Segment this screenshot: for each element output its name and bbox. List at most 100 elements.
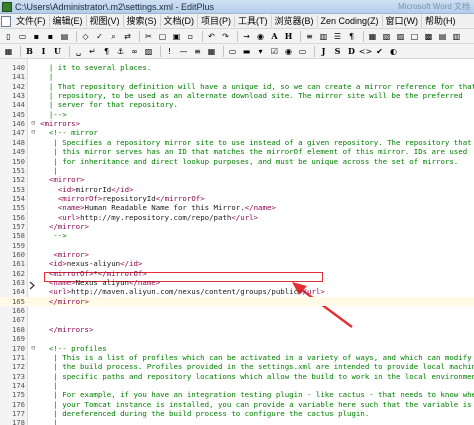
code-line[interactable]: 160 <mirror> <box>0 250 474 259</box>
menu-item[interactable]: Zen Coding(Z) <box>318 15 383 27</box>
comment-icon[interactable]: ! <box>164 46 175 57</box>
bold-icon[interactable]: B <box>24 46 35 57</box>
code-line[interactable]: 161 <id>nexus-aliyun</id> <box>0 259 474 268</box>
code-line[interactable]: 166 <box>0 306 474 315</box>
menu-item[interactable]: 视图(V) <box>87 15 124 27</box>
script-icon[interactable]: J <box>318 46 329 57</box>
cliptext-icon[interactable]: ▧ <box>381 31 392 42</box>
replace-icon[interactable]: ⇄ <box>122 31 133 42</box>
menu-item[interactable]: 搜索(S) <box>124 15 161 27</box>
menu-item[interactable]: 浏览器(B) <box>272 15 318 27</box>
fold-toggle-icon[interactable]: ⊟ <box>30 129 37 136</box>
cut-icon[interactable]: ✂ <box>143 31 154 42</box>
copy-icon[interactable]: ▢ <box>157 31 168 42</box>
redo-icon[interactable]: ↷ <box>220 31 231 42</box>
editor-pane[interactable]: 140 | it to several places. 141 | 142 | Th… <box>0 59 474 425</box>
checkbox-icon[interactable]: ☑ <box>269 46 280 57</box>
code-line[interactable]: 175 | For example, if you have an integr… <box>0 390 474 399</box>
code-line[interactable]: 174 | <box>0 381 474 390</box>
code-line[interactable]: 170 ⊟ <!-- profiles <box>0 344 474 353</box>
link-icon[interactable]: ∞ <box>129 46 140 57</box>
code-line[interactable]: 165 </mirror> <box>0 296 474 307</box>
code-line[interactable]: 156 <url>http://my.repository.com/repo/p… <box>0 213 474 222</box>
menu-item[interactable]: 文档(D) <box>161 15 198 27</box>
code-line[interactable]: 176 | your Tomcat instance is installed,… <box>0 400 474 409</box>
output-icon[interactable]: ▩ <box>423 31 434 42</box>
browser-icon[interactable]: ◉ <box>255 31 266 42</box>
validate-icon[interactable]: ✔ <box>374 46 385 57</box>
code-line[interactable]: 146 ⊟ <mirrors> <box>0 119 474 128</box>
spell-check-icon[interactable]: ✓ <box>94 31 105 42</box>
code-line[interactable]: 168 </mirrors> <box>0 325 474 334</box>
anchor-icon[interactable]: ⚓ <box>115 46 126 57</box>
code-line[interactable]: 153 <id>mirrorId</id> <box>0 185 474 194</box>
code-line[interactable]: 169 <box>0 334 474 343</box>
center-icon[interactable]: ≡ <box>192 46 203 57</box>
code-line[interactable]: 152 <mirror> <box>0 175 474 184</box>
whitespace-icon[interactable]: ¶ <box>346 31 357 42</box>
code-line[interactable]: 173 | specific paths and repository loca… <box>0 372 474 381</box>
image-icon[interactable]: ▨ <box>143 46 154 57</box>
font-size-icon[interactable]: A <box>269 31 280 42</box>
code-line[interactable]: 151 | <box>0 166 474 175</box>
cascade-icon[interactable]: ▥ <box>451 31 462 42</box>
window-titlebar[interactable]: C:\Users\Administrator\.m2\settings.xml … <box>0 0 474 14</box>
word-wrap-icon[interactable]: ≡ <box>304 31 315 42</box>
code-line[interactable]: 143 | repository, to be used as an alter… <box>0 91 474 100</box>
italic-icon[interactable]: I <box>38 46 49 57</box>
hr-icon[interactable]: — <box>178 46 189 57</box>
nbsp-icon[interactable]: ␣ <box>73 46 84 57</box>
header-icon[interactable]: H <box>283 31 294 42</box>
code-line[interactable]: 163 <name>Nexus aliyun</name> <box>0 278 474 287</box>
span-icon[interactable]: <> <box>359 46 372 57</box>
code-line[interactable]: 158 --> <box>0 231 474 240</box>
underline-icon[interactable]: U <box>52 46 63 57</box>
code-line[interactable]: 147 ⊟ <!-- mirror <box>0 128 474 137</box>
browser-preview-icon[interactable]: ◐ <box>388 46 399 57</box>
color-icon[interactable]: ▦ <box>3 46 14 57</box>
code-line[interactable]: 145 |--> <box>0 110 474 119</box>
code-line[interactable]: 155 <name>Human Readable Name for this M… <box>0 203 474 212</box>
code-line[interactable]: 171 | This is a list of profiles which c… <box>0 353 474 362</box>
fold-toggle-icon[interactable]: ⊟ <box>30 344 37 352</box>
code-line[interactable]: 157 </mirror> <box>0 222 474 231</box>
clear-icon[interactable]: ▫ <box>185 31 196 42</box>
code-line[interactable]: 149 | this mirror serves has an ID that … <box>0 147 474 156</box>
style-icon[interactable]: S <box>332 46 343 57</box>
open-file-icon[interactable]: ▭ <box>17 31 28 42</box>
code-line[interactable]: 178 | <box>0 418 474 425</box>
code-line[interactable]: 162 <mirrorOf>*</mirrorOf> <box>0 269 474 278</box>
code-line[interactable]: 154 <mirrorOf>repositoryId</mirrorOf> <box>0 194 474 203</box>
code-line[interactable]: 159 <box>0 241 474 250</box>
code-line[interactable]: 164 <url>http://maven.aliyun.com/nexus/c… <box>0 287 474 296</box>
menu-item[interactable]: 工具(T) <box>235 15 272 27</box>
menu-item[interactable]: 编辑(E) <box>50 15 87 27</box>
print-icon[interactable]: ▤ <box>59 31 70 42</box>
form-icon[interactable]: ▭ <box>227 46 238 57</box>
save-all-icon[interactable]: ▪ <box>45 31 56 42</box>
tile-icon[interactable]: ▤ <box>437 31 448 42</box>
code-line[interactable]: 148 | Specifies a repository mirror site… <box>0 138 474 147</box>
code-line[interactable]: 167 <box>0 315 474 324</box>
new-file-icon[interactable]: ▯ <box>3 31 14 42</box>
window-icon[interactable]: ▦ <box>367 31 378 42</box>
break-icon[interactable]: ↵ <box>87 46 98 57</box>
menu-item[interactable]: 窗口(W) <box>383 15 423 27</box>
menu-item[interactable]: 文件(F) <box>13 15 50 27</box>
goto-icon[interactable]: → <box>241 31 252 42</box>
div-icon[interactable]: D <box>346 46 357 57</box>
document-icon[interactable] <box>1 15 11 27</box>
code-line[interactable]: 150 | for inheritance and direct lookup … <box>0 157 474 166</box>
ruler-icon[interactable]: ▥ <box>318 31 329 42</box>
menu-item[interactable]: 项目(P) <box>198 15 235 27</box>
fullscreen-icon[interactable]: □ <box>409 31 420 42</box>
menu-item[interactable]: 帮助(H) <box>422 15 459 27</box>
code-line[interactable]: 140 | it to several places. <box>0 63 474 72</box>
paste-icon[interactable]: ▣ <box>171 31 182 42</box>
find-icon[interactable]: ⌕ <box>108 31 119 42</box>
undo-icon[interactable]: ↶ <box>206 31 217 42</box>
code-line[interactable]: 142 | That repository definition will ha… <box>0 82 474 91</box>
line-number-icon[interactable]: ☰ <box>332 31 343 42</box>
code-line[interactable]: 177 | dereferenced during the build proc… <box>0 409 474 418</box>
table-icon[interactable]: ▦ <box>206 46 217 57</box>
